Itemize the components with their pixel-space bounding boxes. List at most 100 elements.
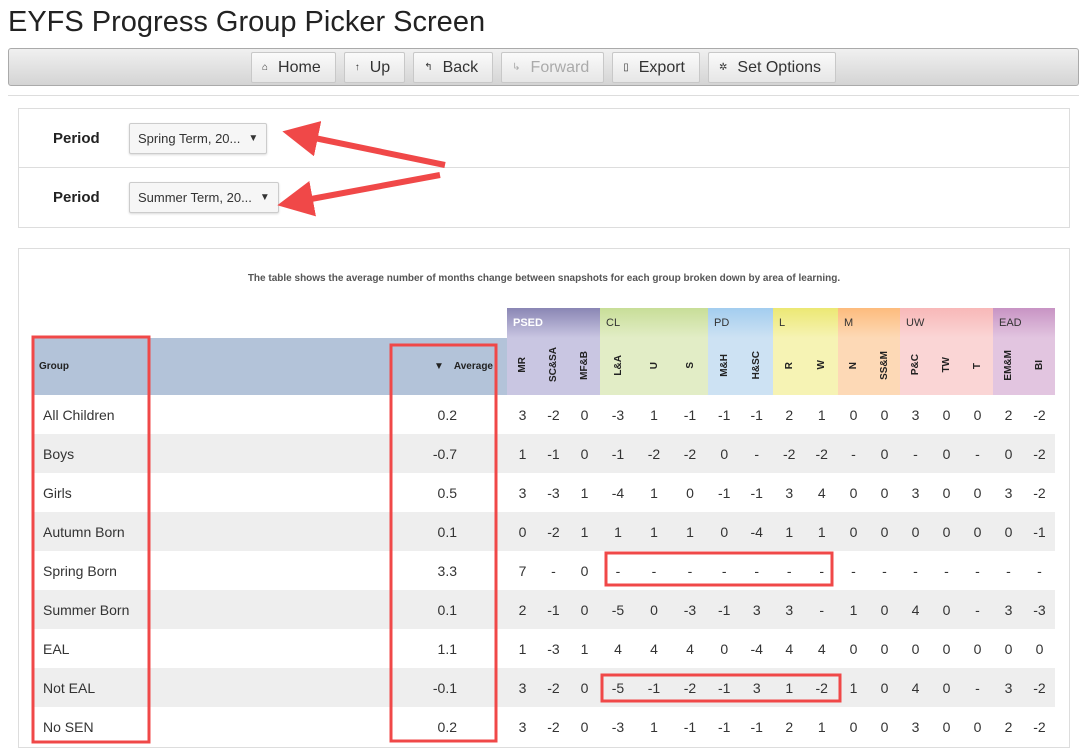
area-value: 1 (849, 679, 858, 696)
subarea-header[interactable]: MF&B (569, 338, 600, 395)
subarea-header[interactable]: BI (1024, 338, 1055, 395)
period-from-select[interactable]: Spring Term, 20... ▼ (129, 122, 268, 154)
area-value: 0 (849, 640, 858, 657)
arrow-up-icon: ↑ (354, 62, 360, 73)
table-row[interactable]: EAL 1.1 1 -3 1 4 4 4 0 -4 4 4 0 0 0 0 0 0 0 (33, 629, 1055, 668)
table-row[interactable]: Not EAL -0.1 3 -2 0 -5 -1 -2 -1 3 1 -2 1 0 4 0 - 3 -2 (33, 668, 1055, 707)
area-value: - (721, 562, 727, 579)
home-button[interactable]: ⌂ Home (251, 52, 336, 83)
area-value: 1 (817, 718, 826, 735)
area-value: 3 (518, 718, 527, 735)
subarea-label: H&SC (751, 350, 763, 380)
area-value: 0 (849, 523, 858, 540)
average-header[interactable]: ▼ Average (390, 338, 507, 395)
group-name[interactable]: Autumn Born (33, 512, 390, 551)
table-row[interactable]: Girls 0.5 3 -3 1 -4 1 0 -1 -1 3 4 0 0 3 0 0 3 -2 (33, 473, 1055, 512)
average-value: 0.2 (437, 406, 457, 423)
area-value: - (975, 445, 980, 462)
area-value: - (551, 562, 556, 579)
subarea-header[interactable]: U (636, 338, 672, 395)
area-value: 0 (580, 562, 589, 579)
table-row[interactable]: Summer Born 0.1 2 -1 0 -5 0 -3 -1 3 3-1 0 4 0-3 -3 (33, 590, 1055, 629)
subarea-header[interactable]: SC&SA (538, 338, 569, 395)
subarea-header[interactable]: SS&M (869, 338, 900, 395)
area-value: 0 (720, 640, 729, 657)
group-name[interactable]: Girls (33, 473, 390, 512)
area-value: 0 (911, 640, 920, 657)
area-value: 1 (785, 523, 794, 540)
area-value: 0 (973, 523, 982, 540)
subarea-header[interactable]: T (962, 338, 993, 395)
forward-button[interactable]: ↳ Forward (501, 52, 605, 83)
table-row[interactable]: Spring Born 3.3 7 - 0 - - - - - - - - - - - - - - (33, 551, 1055, 590)
area-value: 0 (580, 445, 589, 462)
area-value: 0 (1035, 640, 1044, 657)
area-value: - (651, 562, 657, 579)
up-button[interactable]: ↑ Up (343, 52, 406, 83)
area-value: 0 (880, 523, 889, 540)
subarea-label: S (684, 362, 696, 369)
subarea-label: SS&M (879, 350, 890, 380)
area-header-l: L (773, 308, 838, 338)
subarea-header[interactable]: R (773, 338, 806, 395)
group-header[interactable]: Group (33, 338, 390, 395)
area-value: 3 (1004, 679, 1013, 696)
period-label: Period (53, 129, 100, 147)
area-value: 4 (785, 640, 794, 657)
area-value: 4 (650, 640, 658, 657)
area-value: -1 (1033, 523, 1046, 540)
area-value: 1 (849, 601, 858, 618)
group-name[interactable]: Boys (33, 434, 390, 473)
area-value: -1 (611, 445, 625, 462)
area-value: 0 (880, 679, 889, 696)
area-value: - (913, 445, 918, 462)
area-value: 0 (942, 406, 951, 423)
subarea-header[interactable]: H&SC (740, 338, 773, 395)
subarea-header[interactable]: TW (931, 338, 962, 395)
table-row[interactable]: All Children 0.2 3 -2 0 -3 1 -1 -1 -1 2 1 0 0 3 0 0 2 -2 (33, 395, 1055, 434)
area-value: 4 (817, 640, 826, 657)
average-value: 0.1 (437, 523, 457, 540)
area-value: -3 (547, 640, 560, 657)
group-name[interactable]: No SEN (33, 707, 390, 746)
back-button[interactable]: ↰ Back (413, 52, 494, 83)
subarea-header[interactable]: S (672, 338, 708, 395)
average-value: -0.1 (432, 679, 457, 696)
subarea-label: EM&M (1003, 349, 1014, 381)
set-options-button[interactable]: ✲ Set Options (708, 52, 836, 83)
area-value: - (754, 445, 760, 462)
subarea-header[interactable]: MR (507, 338, 538, 395)
subarea-header[interactable]: W (805, 338, 838, 395)
table-row[interactable]: Boys -0.7 1 -1 0 -1 -2 -2 0 - -2 -2 - 0 - 0 - 0 -2 (33, 434, 1055, 473)
period-to-select[interactable]: Summer Term, 20... ▼ (129, 182, 279, 213)
table-row[interactable]: No SEN 0.2 3 -2 0 -3 1 -1 -1 -1 2 1 0 0 3 0 0 2 -2 (33, 707, 1055, 746)
subarea-label: U (648, 361, 660, 369)
area-value: - (819, 562, 825, 579)
area-value: 0 (973, 406, 982, 423)
area-value: 0 (880, 640, 889, 657)
area-value: 3 (518, 484, 527, 501)
area-header-uw: UW (900, 308, 993, 338)
average-value: 0.2 (437, 718, 457, 735)
subarea-header[interactable]: M&H (708, 338, 741, 395)
home-label: Home (278, 58, 321, 76)
group-name[interactable]: Spring Born (33, 551, 390, 590)
document-icon: ▯ (623, 62, 629, 73)
area-value: 0 (973, 484, 982, 501)
subarea-header[interactable]: L&A (600, 338, 636, 395)
area-value: 0 (849, 484, 858, 501)
subarea-header[interactable]: EM&M (993, 338, 1024, 395)
group-name[interactable]: EAL (33, 629, 390, 668)
export-button[interactable]: ▯ Export (612, 52, 700, 83)
group-name[interactable]: Not EAL (33, 668, 390, 707)
area-value: 1 (817, 523, 826, 540)
area-value: -2 (547, 523, 560, 540)
group-name[interactable]: Summer Born (33, 590, 390, 629)
group-name[interactable]: All Children (33, 395, 390, 434)
area-value: - (615, 562, 621, 579)
subarea-header[interactable]: N (838, 338, 869, 395)
table-row[interactable]: Autumn Born 0.1 0 -2 1 1 1 1 0 -4 1 1 0 0 0 0 0 0 -1 (33, 512, 1055, 551)
average-value: -0.7 (432, 445, 457, 462)
subarea-header[interactable]: P&C (900, 338, 931, 395)
area-value: 0 (880, 601, 889, 618)
